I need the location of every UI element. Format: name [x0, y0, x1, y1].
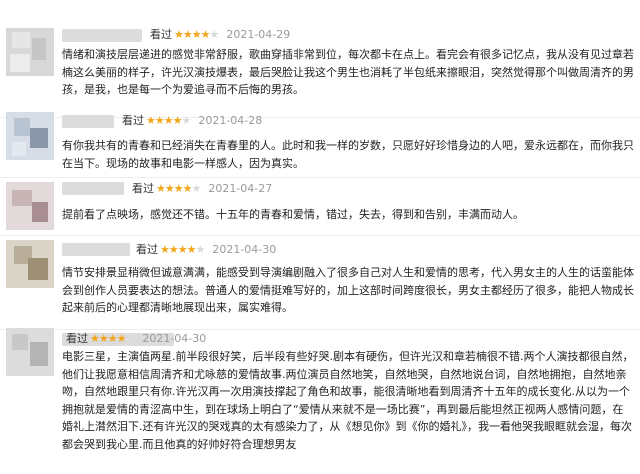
review-date: 2021-04-30 — [142, 332, 207, 345]
review-text: 有你我共有的青春和已经消失在青春里的人。此时和我一样的岁数，只愿好好珍惜身边的人… — [62, 139, 634, 170]
review-text: 情节安排景显稍微但诚意满满，能感受到导演编剧融入了很多自己对人生和爱情的思考，代… — [62, 266, 634, 314]
review-item: 看过 ★★★★★ 2021-04-28 有你我共有的青春和已经消失在青春里的人。此时… — [0, 112, 640, 178]
username-blurred[interactable] — [62, 243, 130, 256]
username-blurred[interactable] — [62, 182, 124, 195]
rating-stars: ★★★★★ — [174, 28, 219, 41]
review-text: 情绪和演技层层递进的感觉非常舒服，歌曲穿插非常到位，每次都卡在点上。看完会有很多… — [62, 48, 634, 96]
review-date: 2021-04-29 — [226, 28, 291, 41]
watched-label: 看过 — [150, 28, 172, 41]
review-date: 2021-04-28 — [198, 114, 263, 127]
username-blurred[interactable] — [62, 29, 142, 42]
watched-label: 看过 — [66, 332, 88, 345]
review-meta: 看过 ★★★★★ 2021-04-27 — [132, 182, 272, 196]
review-item: 看过 ★★★★★ 2021-04-30 情节安排景显稍微但诚意满满，能感受到导演编剧… — [0, 236, 640, 330]
avatar[interactable] — [6, 240, 54, 288]
username-blurred[interactable] — [62, 115, 114, 128]
rating-stars: ★★★★★ — [156, 182, 201, 195]
watched-label: 看过 — [132, 182, 154, 195]
avatar[interactable] — [6, 112, 54, 160]
avatar[interactable] — [6, 182, 54, 230]
watched-label: 看过 — [136, 243, 158, 256]
review-text: 提前看了点映场，感觉还不错。十五年的青春和爱情，错过，失去，得到和告别，丰满而动… — [62, 208, 524, 221]
review-meta: 看过 ★★★★★ 2021-04-29 — [150, 28, 290, 42]
watched-label: 看过 — [122, 114, 144, 127]
review-item: 看过 ★★★★★ 2021-04-30 电影三星，主演值两星.前半段很好笑，后半段有… — [0, 328, 640, 474]
rating-stars: ★★★★★ — [146, 114, 191, 127]
avatar[interactable] — [6, 28, 54, 76]
rating-stars: ★★★★★ — [160, 243, 205, 256]
review-item: 看过 ★★★★★ 2021-04-29 情绪和演技层层递进的感觉非常舒服，歌曲穿插非… — [0, 0, 640, 118]
review-text: 电影三星，主演值两星.前半段很好笑，后半段有些好哭.剧本有硬伤，但许光汉和章若楠… — [62, 350, 634, 451]
review-date: 2021-04-30 — [212, 243, 277, 256]
avatar[interactable] — [6, 328, 54, 376]
review-date: 2021-04-27 — [208, 182, 273, 195]
review-meta: 看过 ★★★★★ 2021-04-30 — [136, 243, 276, 257]
review-meta: 看过 ★★★★★ 2021-04-28 — [122, 114, 262, 128]
rating-stars: ★★★★★ — [90, 332, 135, 345]
review-item: 看过 ★★★★★ 2021-04-27 提前看了点映场，感觉还不错。十五年的青春和爱… — [0, 178, 640, 236]
review-meta: 看过 ★★★★★ 2021-04-30 — [66, 332, 206, 346]
